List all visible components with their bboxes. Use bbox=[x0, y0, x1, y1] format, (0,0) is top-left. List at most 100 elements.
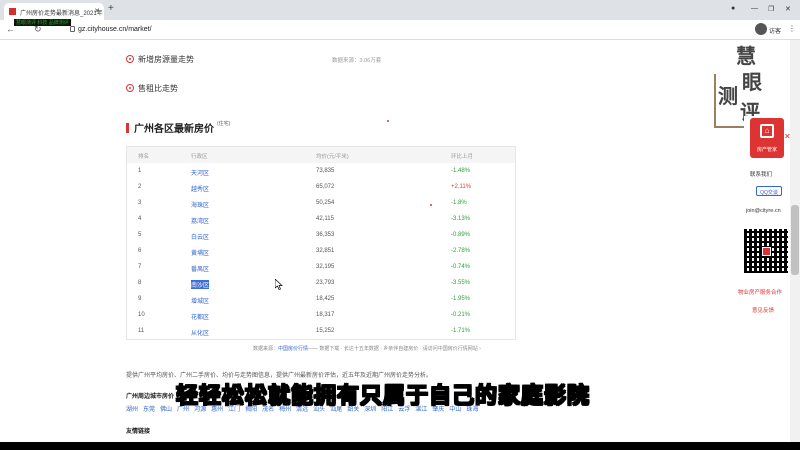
mouse-cursor-icon bbox=[275, 279, 283, 290]
qr-logo-icon bbox=[762, 247, 771, 256]
change-cell: +2.11% bbox=[451, 184, 472, 190]
browser-tab[interactable]: 广州房价走势最新消息_2021年 ✕ bbox=[4, 3, 104, 20]
price-cell: 42,115 bbox=[316, 216, 334, 222]
address-bar[interactable]: gz.cityhouse.cn/market/ bbox=[78, 23, 718, 37]
partner-link[interactable]: 物业房产服务合作 bbox=[738, 288, 782, 296]
new-supply-trend-link[interactable]: 新增房源量走势 bbox=[126, 54, 194, 65]
data-source-link[interactable]: 中国房价行情 bbox=[278, 346, 308, 352]
table-header: 排名 行政区 均价(元/平米) 环比上月 bbox=[127, 147, 515, 163]
minimize-icon[interactable]: — bbox=[751, 5, 758, 12]
district-link[interactable]: 增城区 bbox=[191, 296, 209, 305]
rent-ratio-trend-link[interactable]: 售租比走势 bbox=[126, 83, 178, 94]
change-cell: -1.48% bbox=[451, 168, 471, 174]
bullet-icon bbox=[126, 55, 134, 63]
rank-cell: 5 bbox=[138, 232, 142, 238]
stamp-logo: 慧 眼 测 评 bbox=[714, 40, 766, 128]
stamp-char: 测 bbox=[718, 84, 738, 108]
service-sidebar: ⌂ 房产管家 联系我们 QQ交谈 join@cityre.cn bbox=[744, 116, 790, 316]
profile-label: 访客 bbox=[769, 29, 782, 35]
district-link[interactable]: 荔湾区 bbox=[191, 216, 209, 225]
district-price-table: 排名 行政区 均价(元/平米) 环比上月 1 天河区 73,835 -1.48% 2 越秀… bbox=[126, 146, 516, 340]
screen: 广州房价走势最新消息_2021年 ✕ + ● — ❐ ✕ ← ↻ gz.city… bbox=[0, 0, 800, 450]
table-row: 3 海珠区 50,254 -1.8% bbox=[127, 195, 515, 211]
price-cell: 50,254 bbox=[316, 200, 335, 206]
price-cell: 18,317 bbox=[316, 312, 335, 318]
change-cell: -0.21% bbox=[451, 312, 471, 318]
tab-title: 广州房价走势最新消息_2021年 bbox=[20, 11, 103, 17]
district-link[interactable]: 白云区 bbox=[191, 232, 209, 241]
close-window-icon[interactable]: ✕ bbox=[785, 5, 791, 13]
browser-toolbar: ← ↻ gz.cityhouse.cn/market/ 访客 ⋮ bbox=[0, 20, 800, 40]
change-cell: -0.74% bbox=[451, 264, 471, 270]
table-row: 5 白云区 36,353 -0.89% bbox=[127, 227, 515, 243]
rank-cell: 4 bbox=[138, 216, 142, 222]
price-cell: 18,425 bbox=[316, 296, 335, 302]
district-link[interactable]: 黄埔区 bbox=[191, 248, 209, 257]
price-cell: 36,353 bbox=[316, 232, 335, 238]
stamp-char: 慧 bbox=[736, 44, 756, 68]
price-cell: 23,793 bbox=[316, 280, 335, 286]
nearby-city-link[interactable]: 东莞 bbox=[143, 407, 155, 413]
district-link[interactable]: 番禺区 bbox=[191, 264, 209, 273]
title-accent bbox=[126, 123, 129, 133]
house-icon: ⌂ bbox=[760, 124, 774, 138]
district-link[interactable]: 海珠区 bbox=[191, 200, 209, 209]
red-marker bbox=[387, 120, 389, 122]
contact-email[interactable]: join@cityre.cn bbox=[746, 208, 781, 214]
change-cell: -0.89% bbox=[451, 232, 471, 238]
nearby-cities-title: 广州周边城市房价 bbox=[126, 394, 175, 400]
scrollbar-thumb[interactable] bbox=[791, 205, 799, 275]
district-link[interactable]: 越秀区 bbox=[191, 184, 209, 193]
close-sidebar-icon[interactable]: ✕ bbox=[784, 132, 791, 141]
district-price-title: 广州各区最新房价 (住宅) bbox=[126, 120, 230, 135]
menu-icon[interactable]: ⋮ bbox=[788, 24, 796, 33]
table-body: 1 天河区 73,835 -1.48% 2 越秀区 65,072 +2.11% 3 海珠区 50,2… bbox=[127, 163, 515, 339]
table-row: 9 增城区 18,425 -1.95% bbox=[127, 291, 515, 307]
table-row: 1 天河区 73,835 -1.48% bbox=[127, 163, 515, 179]
table-row: 11 从化区 15,252 -1.71% bbox=[127, 323, 515, 339]
house-manager-badge[interactable]: ⌂ 房产管家 bbox=[750, 118, 784, 158]
qq-chat-button[interactable]: QQ交谈 bbox=[756, 186, 782, 196]
avatar[interactable] bbox=[755, 23, 767, 35]
lock-icon bbox=[70, 26, 75, 32]
site-favicon-icon bbox=[9, 8, 16, 15]
new-tab-icon[interactable]: + bbox=[108, 4, 114, 14]
change-cell: -1.71% bbox=[451, 328, 471, 334]
feedback-link[interactable]: 意见反馈 bbox=[752, 306, 774, 314]
bullet-icon bbox=[126, 84, 134, 92]
change-cell: -1.8% bbox=[451, 200, 467, 206]
table-row: 6 黄埔区 32,851 -2.78% bbox=[127, 243, 515, 259]
rank-cell: 7 bbox=[138, 264, 142, 270]
district-link[interactable]: 南沙区 bbox=[191, 280, 210, 289]
bottom-bar bbox=[0, 442, 800, 450]
district-link[interactable]: 从化区 bbox=[191, 328, 209, 337]
friend-links-title: 友情链接 bbox=[126, 429, 151, 435]
price-cell: 32,851 bbox=[316, 248, 335, 254]
rank-cell: 9 bbox=[138, 296, 142, 302]
rank-cell: 6 bbox=[138, 248, 142, 254]
table-row: 10 花都区 18,317 -0.21% bbox=[127, 307, 515, 323]
stat-note: 数据来源：3.06万套 bbox=[332, 58, 382, 64]
rank-cell: 11 bbox=[138, 328, 145, 334]
rank-cell: 2 bbox=[138, 184, 142, 190]
tab-search-icon[interactable]: ● bbox=[731, 5, 735, 12]
close-tab-icon[interactable]: ✕ bbox=[94, 7, 100, 15]
rank-cell: 3 bbox=[138, 200, 142, 206]
page-scrollbar[interactable] bbox=[790, 40, 800, 442]
rank-cell: 8 bbox=[138, 280, 142, 286]
maximize-icon[interactable]: ❐ bbox=[768, 5, 774, 13]
data-source-note: 数据来源：中国房价行情—— 数据下载 · 长达十五年数据 · 乡亲伴自建房价 ·… bbox=[253, 346, 481, 352]
red-marker bbox=[430, 204, 432, 206]
change-cell: -2.78% bbox=[451, 248, 471, 254]
district-link[interactable]: 花都区 bbox=[191, 312, 209, 321]
price-cell: 15,252 bbox=[316, 328, 335, 334]
rank-cell: 1 bbox=[138, 168, 142, 174]
nearby-city-link[interactable]: 湖州 bbox=[126, 407, 138, 413]
video-subtitle: 轻轻松松就能拥有只属于自己的家庭影院 bbox=[175, 382, 591, 408]
table-row: 7 番禺区 32,195 -0.74% bbox=[127, 259, 515, 275]
change-cell: -3.55% bbox=[451, 280, 471, 286]
nearby-city-link[interactable]: 佛山 bbox=[160, 407, 172, 413]
price-cell: 65,072 bbox=[316, 184, 335, 190]
change-cell: -1.95% bbox=[451, 296, 471, 302]
district-link[interactable]: 天河区 bbox=[191, 168, 209, 177]
